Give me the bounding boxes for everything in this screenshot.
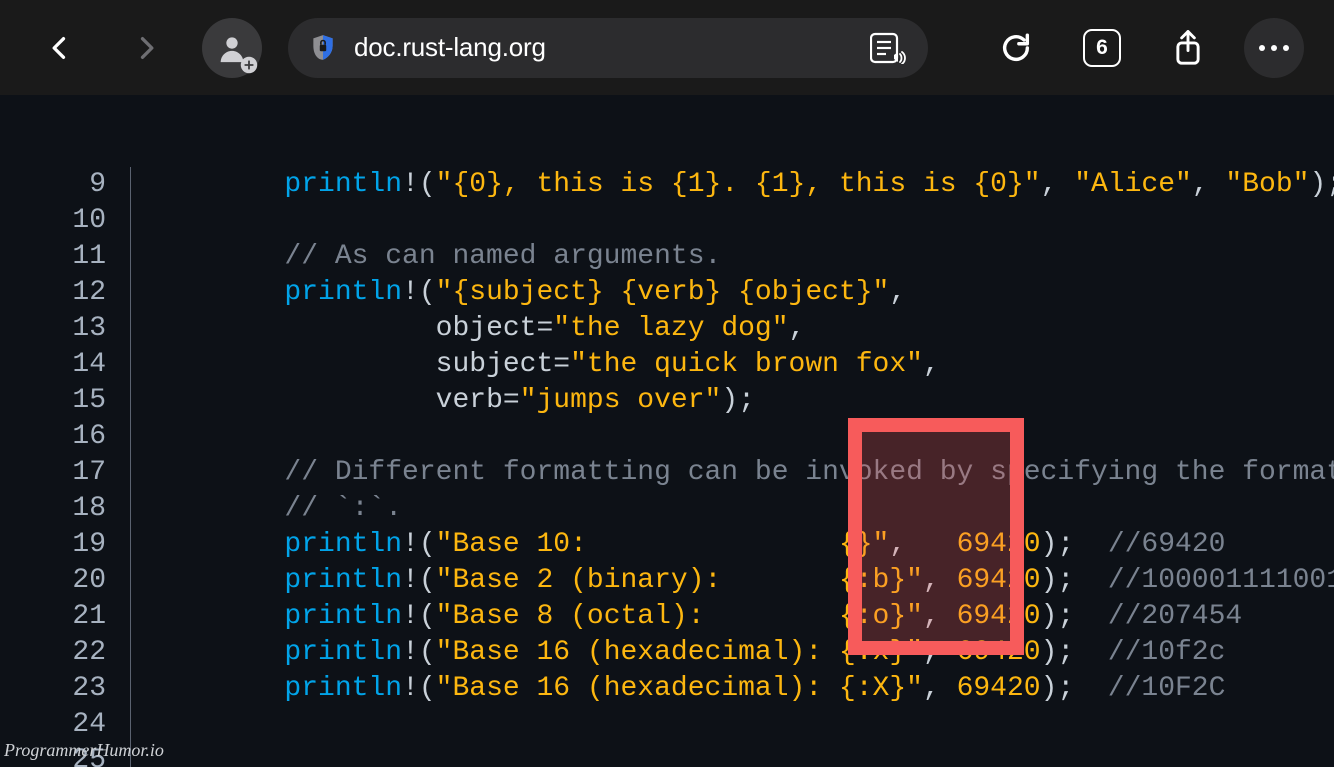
line-number: 10 (0, 203, 130, 239)
reload-button[interactable] (986, 18, 1046, 78)
profile-button[interactable] (202, 18, 262, 78)
privacy-shield-icon (310, 33, 336, 63)
code-source: println!("Base 2 (binary): {:b}", 69420)… (140, 563, 1334, 599)
code-source (140, 203, 1334, 239)
code-source: // As can named arguments. (140, 239, 1334, 275)
code-line: 20 println!("Base 2 (binary): {:b}", 694… (0, 563, 1334, 599)
code-line: 25 (0, 743, 1334, 767)
reader-audio-icon[interactable] (870, 32, 906, 64)
code-viewer[interactable]: 9 println!("{0}, this is {1}. {1}, this … (0, 95, 1334, 767)
code-line: 11 // As can named arguments. (0, 239, 1334, 275)
reload-icon (999, 31, 1033, 65)
line-number: 19 (0, 527, 130, 563)
url-text: doc.rust-lang.org (354, 32, 546, 63)
line-number: 17 (0, 455, 130, 491)
line-number: 18 (0, 491, 130, 527)
code-source (140, 419, 1334, 455)
plus-badge-icon (240, 56, 258, 74)
ellipsis-icon (1256, 43, 1292, 53)
line-number: 21 (0, 599, 130, 635)
code-line: 19 println!("Base 10: {}", 69420); //694… (0, 527, 1334, 563)
browser-toolbar: doc.rust-lang.org 6 (0, 0, 1334, 95)
code-source: println!("{subject} {verb} {object}", (140, 275, 1334, 311)
code-line: 10 (0, 203, 1334, 239)
code-line: 16 (0, 419, 1334, 455)
line-number: 20 (0, 563, 130, 599)
chevron-left-icon (46, 34, 74, 62)
line-number: 14 (0, 347, 130, 383)
watermark: ProgrammerHumor.io (4, 740, 164, 761)
code-line: 17 // Different formatting can be invoke… (0, 455, 1334, 491)
chevron-right-icon (132, 34, 160, 62)
line-number: 9 (0, 167, 130, 203)
line-number: 12 (0, 275, 130, 311)
line-number: 24 (0, 707, 130, 743)
code-source: println!("Base 10: {}", 69420); //69420 (140, 527, 1334, 563)
share-icon (1172, 29, 1204, 67)
line-number: 22 (0, 635, 130, 671)
line-number: 16 (0, 419, 130, 455)
code-line: 13 object="the lazy dog", (0, 311, 1334, 347)
code-source (140, 743, 1334, 767)
share-button[interactable] (1158, 18, 1218, 78)
code-line: 21 println!("Base 8 (octal): {:o}", 6942… (0, 599, 1334, 635)
code-line: 14 subject="the quick brown fox", (0, 347, 1334, 383)
line-number: 11 (0, 239, 130, 275)
tab-count: 6 (1083, 29, 1121, 67)
back-button[interactable] (30, 18, 90, 78)
code-line: 23 println!("Base 16 (hexadecimal): {:X}… (0, 671, 1334, 707)
code-source: println!("Base 8 (octal): {:o}", 69420);… (140, 599, 1334, 635)
code-source: verb="jumps over"); (140, 383, 1334, 419)
code-source (140, 707, 1334, 743)
url-bar[interactable]: doc.rust-lang.org (288, 18, 928, 78)
code-line: 9 println!("{0}, this is {1}. {1}, this … (0, 167, 1334, 203)
menu-button[interactable] (1244, 18, 1304, 78)
line-number: 13 (0, 311, 130, 347)
code-source: // `:`. (140, 491, 1334, 527)
code-line: 24 (0, 707, 1334, 743)
code-line: 15 verb="jumps over"); (0, 383, 1334, 419)
code-line: 12 println!("{subject} {verb} {object}", (0, 275, 1334, 311)
code-source: object="the lazy dog", (140, 311, 1334, 347)
code-source: println!("{0}, this is {1}. {1}, this is… (140, 167, 1334, 203)
forward-button[interactable] (116, 18, 176, 78)
tabs-button[interactable]: 6 (1072, 18, 1132, 78)
line-number: 15 (0, 383, 130, 419)
code-line: 22 println!("Base 16 (hexadecimal): {:x}… (0, 635, 1334, 671)
code-line: 18 // `:`. (0, 491, 1334, 527)
code-source: // Different formatting can be invoked b… (140, 455, 1334, 491)
line-number: 23 (0, 671, 130, 707)
code-source: println!("Base 16 (hexadecimal): {:X}", … (140, 671, 1334, 707)
code-source: subject="the quick brown fox", (140, 347, 1334, 383)
code-source: println!("Base 16 (hexadecimal): {:x}", … (140, 635, 1334, 671)
